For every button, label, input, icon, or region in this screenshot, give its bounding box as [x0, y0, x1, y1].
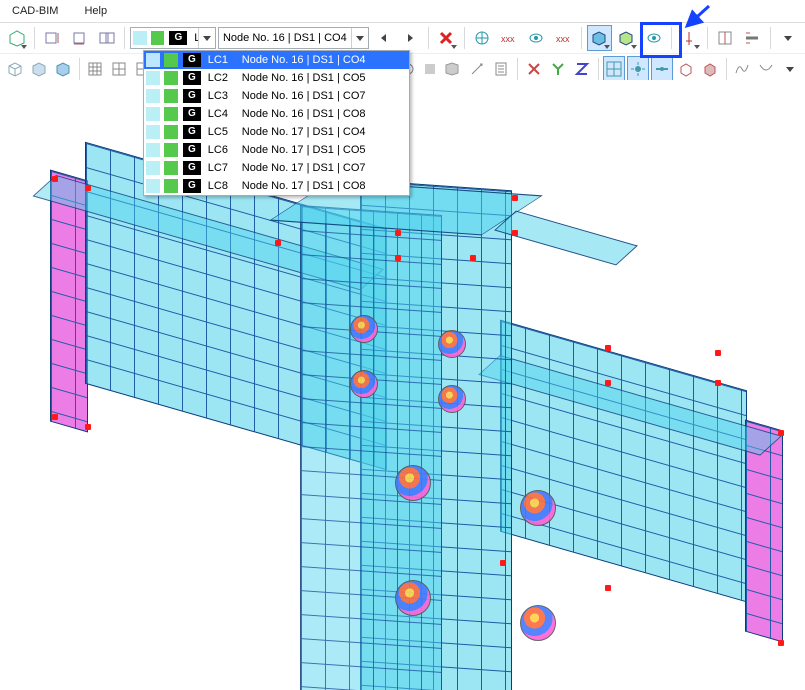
grid-b-icon[interactable]	[108, 56, 130, 82]
loadcase-option[interactable]: GLC3Node No. 16 | DS1 | CO7	[144, 87, 409, 105]
zoom-globe-icon[interactable]	[470, 25, 495, 51]
ruler-b-icon[interactable]	[740, 25, 765, 51]
wireframe-2-icon[interactable]	[28, 56, 50, 82]
menu-cad-bim[interactable]: CAD-BIM	[6, 3, 64, 19]
loadcase-option[interactable]: GLC4Node No. 16 | DS1 | CO8	[144, 105, 409, 123]
svg-text:xxx: xxx	[556, 34, 570, 44]
loadcase-code: LC1	[190, 32, 198, 44]
solid-a-icon[interactable]	[419, 56, 441, 82]
snap-mid-icon[interactable]	[651, 56, 673, 82]
ortho-y-icon[interactable]	[547, 56, 569, 82]
loadcase-option[interactable]: GLC1Node No. 16 | DS1 | CO4	[144, 51, 409, 69]
icon-view-axo[interactable]	[4, 25, 29, 51]
svg-text:xxx: xxx	[501, 34, 515, 44]
next-loadcase-button[interactable]	[398, 25, 423, 51]
load-description-select[interactable]: Node No. 16 | DS1 | CO4	[218, 27, 369, 49]
wireframe-1-icon[interactable]	[4, 56, 26, 82]
dim-eye-icon[interactable]	[524, 25, 549, 51]
prev-loadcase-button[interactable]	[371, 25, 396, 51]
wireframe-3-icon[interactable]	[52, 56, 74, 82]
curve2-icon[interactable]	[755, 56, 777, 82]
ruler-a-icon[interactable]	[713, 25, 738, 51]
icon-d2[interactable]	[67, 25, 92, 51]
solid-b-icon[interactable]	[443, 56, 465, 82]
ortho-z-icon[interactable]	[571, 56, 593, 82]
snap-point-icon[interactable]	[627, 56, 649, 82]
more-icon[interactable]	[776, 25, 801, 51]
annotation-highlight	[640, 22, 682, 58]
loadcase-option[interactable]: GLC5Node No. 17 | DS1 | CO4	[144, 123, 409, 141]
loadcase-select[interactable]: G LC1	[130, 27, 216, 49]
dim-x-icon[interactable]: xxx	[497, 25, 522, 51]
menu-help[interactable]: Help	[78, 3, 113, 19]
doc-icon[interactable]	[490, 56, 512, 82]
icon-d1[interactable]	[40, 25, 65, 51]
load-description-text: Node No. 16 | DS1 | CO4	[219, 32, 351, 44]
snap-grid-icon[interactable]	[603, 56, 625, 82]
cube-ed-icon[interactable]	[675, 56, 697, 82]
loadcase-option[interactable]: GLC2Node No. 16 | DS1 | CO5	[144, 69, 409, 87]
loadcase-option[interactable]: GLC7Node No. 17 | DS1 | CO7	[144, 159, 409, 177]
delete-load-icon[interactable]	[434, 25, 459, 51]
cube-ed2-icon[interactable]	[699, 56, 721, 82]
render-mode-1-icon[interactable]	[587, 25, 612, 51]
icon-d3[interactable]	[94, 25, 119, 51]
loadcase-badge: G	[169, 31, 187, 45]
edit-a-icon[interactable]	[466, 56, 488, 82]
grid-a-icon[interactable]	[84, 56, 106, 82]
ortho-x-icon[interactable]	[523, 56, 545, 82]
render-mode-2-icon[interactable]	[614, 25, 639, 51]
dim-x2-icon[interactable]: xxx	[551, 25, 576, 51]
loadcase-option[interactable]: GLC6Node No. 17 | DS1 | CO5	[144, 141, 409, 159]
more-2-icon[interactable]	[779, 56, 801, 82]
curve-icon[interactable]	[731, 56, 753, 82]
loadcase-option[interactable]: GLC8Node No. 17 | DS1 | CO8	[144, 177, 409, 195]
loadcase-dropdown[interactable]: GLC1Node No. 16 | DS1 | CO4GLC2Node No. …	[143, 50, 410, 196]
annotation-arrow-icon	[682, 4, 712, 30]
